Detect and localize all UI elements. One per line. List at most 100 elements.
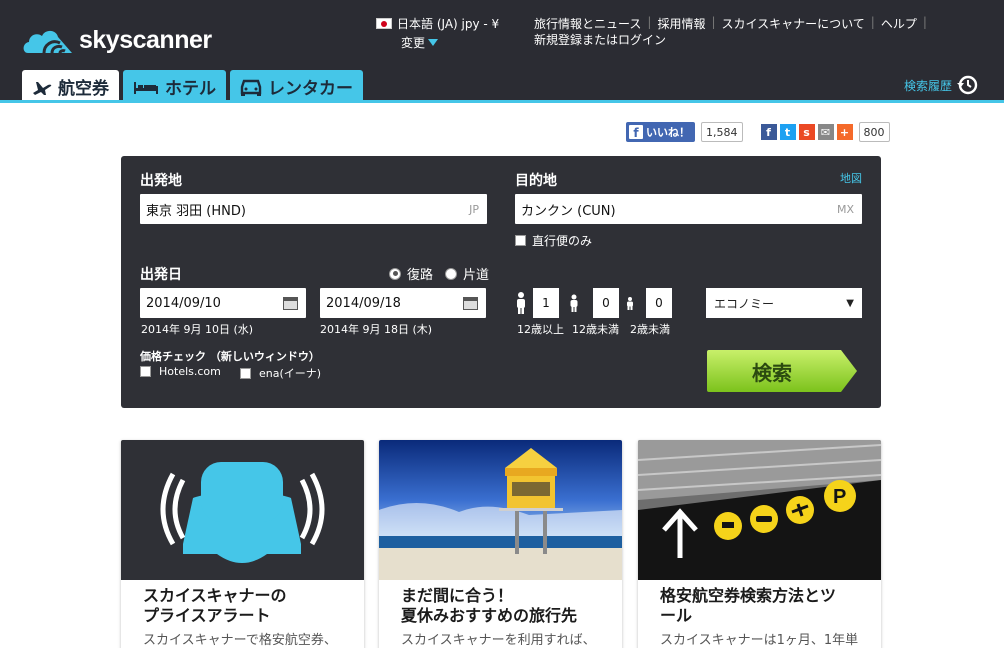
locale-change-link[interactable]: 変更 xyxy=(401,34,425,51)
plus-share-icon[interactable]: + xyxy=(836,124,853,140)
japan-flag-icon xyxy=(376,18,392,29)
adults-label: 12歳以上 xyxy=(517,323,564,336)
roundtrip-label: 復路 xyxy=(407,268,434,283)
oneway-radio[interactable] xyxy=(445,267,458,280)
link-divider: | xyxy=(922,15,927,29)
children-count[interactable]: 0 xyxy=(593,288,619,318)
infants-count[interactable]: 0 xyxy=(646,288,672,318)
hotelscom-checkbox[interactable] xyxy=(140,366,151,377)
origin-input[interactable]: 東京 羽田 (HND) JP xyxy=(140,194,487,224)
mail-icon[interactable]: ✉ xyxy=(817,124,834,140)
skyscanner-logo[interactable]: skyscanner xyxy=(22,20,212,60)
return-date-input[interactable]: 2014/09/18 xyxy=(320,288,486,318)
brand-name: skyscanner xyxy=(79,25,212,54)
direct-only-label: 直行便のみ xyxy=(532,234,593,248)
calendar-icon[interactable] xyxy=(283,296,298,310)
facebook-like-button[interactable]: f いいね！ xyxy=(626,122,695,142)
bed-icon xyxy=(133,79,159,95)
return-date-note: 2014年 9月 18日 (木) xyxy=(320,323,433,336)
map-link[interactable]: 地図 xyxy=(840,170,862,186)
link-help[interactable]: ヘルプ xyxy=(881,15,917,32)
cabin-class-select[interactable]: エコノミー ▼ xyxy=(706,288,862,318)
history-clock-icon xyxy=(957,75,978,95)
trip-type: 復路 片道 xyxy=(389,264,489,283)
adult-icon xyxy=(517,292,525,314)
top-header: skyscanner 日本語 (JA) jpy - ¥ 変更 旅行情報とニュース… xyxy=(0,0,1004,103)
social-bar: f いいね！ 1,584 f t s ✉ + 800 xyxy=(626,122,890,142)
link-about[interactable]: スカイスキャナーについて xyxy=(722,15,865,32)
ena-label: ena(イーナ) xyxy=(259,367,322,380)
cloud-logo-icon xyxy=(23,30,72,54)
children-stepper: 0 xyxy=(569,288,619,318)
card-title-line: ール xyxy=(660,606,693,625)
card-title: まだ間に合う！ 夏休みおすすめの旅行先 xyxy=(379,580,622,626)
return-date-value: 2014/09/18 xyxy=(326,295,401,311)
price-alert-image xyxy=(121,440,364,580)
card-title: 格安航空券検索方法とツ ール xyxy=(638,580,881,626)
link-travel-news[interactable]: 旅行情報とニュース xyxy=(534,15,641,32)
adults-stepper: 1 xyxy=(515,288,559,318)
card-title-line: プライスアラート xyxy=(143,606,271,625)
link-divider: | xyxy=(711,15,716,29)
tab-car-rental[interactable]: レンタカー xyxy=(230,70,363,103)
search-button-label: 検索 xyxy=(752,360,792,385)
depart-date-note: 2014年 9月 10日 (水) xyxy=(141,323,254,336)
link-careers[interactable]: 採用情報 xyxy=(657,15,705,32)
direct-only-option[interactable]: 直行便のみ xyxy=(515,232,592,249)
destination-input[interactable]: カンクン (CUN) MX xyxy=(515,194,862,224)
twitter-icon[interactable]: t xyxy=(779,124,796,140)
card-description: スカイスキャナーで格安航空券、 xyxy=(143,633,337,648)
cabin-class-value: エコノミー xyxy=(714,296,775,311)
price-alert-card[interactable]: スカイスキャナーの プライスアラート スカイスキャナーで格安航空券、 xyxy=(121,440,364,648)
card-description: スカイスキャナーを利用すれば、 xyxy=(401,633,596,648)
login-link[interactable]: 新規登録またはログイン xyxy=(534,31,666,48)
calendar-icon[interactable] xyxy=(463,296,478,310)
direct-only-checkbox[interactable] xyxy=(515,235,526,246)
svg-text:P: P xyxy=(833,486,846,508)
link-divider: | xyxy=(647,15,652,29)
origin-label: 出発地 xyxy=(140,173,182,189)
share-count: 800 xyxy=(858,122,890,142)
stumbleupon-icon[interactable]: s xyxy=(798,124,815,140)
origin-value: 東京 羽田 (HND) xyxy=(146,203,246,219)
dropdown-caret-icon: ▼ xyxy=(846,297,854,309)
price-check-ena[interactable]: ena(イーナ) xyxy=(240,365,321,381)
adults-count[interactable]: 1 xyxy=(533,288,559,318)
locale-label: 日本語 (JA) jpy - ¥ xyxy=(397,17,500,31)
ena-checkbox[interactable] xyxy=(240,367,251,379)
airport-sign-image: P xyxy=(638,440,881,580)
departure-date-label: 出発日 xyxy=(140,267,182,283)
search-button[interactable]: 検索 xyxy=(707,350,857,392)
tab-flights[interactable]: 航空券 xyxy=(22,70,119,103)
tab-car-rental-label: レンタカー xyxy=(268,79,353,99)
depart-date-value: 2014/09/10 xyxy=(146,295,221,311)
card-description: スカイスキャナーは1ヶ月、1年単 xyxy=(660,633,859,648)
locale-selector[interactable]: 日本語 (JA) jpy - ¥ 変更 xyxy=(376,15,499,51)
search-history-label: 検索履歴 xyxy=(903,78,952,93)
search-tips-card[interactable]: P 格安航空券検索方法とツ ール スカイスキャナーは1ヶ月、1年単 xyxy=(638,440,881,648)
summer-destinations-card[interactable]: まだ間に合う！ 夏休みおすすめの旅行先 スカイスキャナーを利用すれば、 xyxy=(379,440,622,648)
flight-search-panel: 出発地 東京 羽田 (HND) JP 目的地 地図 カンクン (CUN) MX … xyxy=(121,156,881,408)
infants-label: 2歳未満 xyxy=(630,323,670,336)
depart-date-input[interactable]: 2014/09/10 xyxy=(140,288,306,318)
tab-hotels-label: ホテル xyxy=(165,79,216,99)
roundtrip-radio[interactable] xyxy=(389,267,401,280)
card-title-line: まだ間に合う！ xyxy=(401,586,514,605)
tab-hotels[interactable]: ホテル xyxy=(123,70,226,103)
tab-flights-label: 航空券 xyxy=(58,79,109,99)
card-title-line: スカイスキャナーの xyxy=(143,586,287,605)
infants-stepper: 0 xyxy=(626,288,672,318)
plane-icon xyxy=(32,78,52,96)
triangle-down-icon xyxy=(428,39,439,46)
top-links: 旅行情報とニュース | 採用情報 | スカイスキャナーについて | ヘルプ | xyxy=(534,15,933,32)
infant-icon xyxy=(627,296,633,310)
card-title-line: 格安航空券検索方法とツ xyxy=(660,586,837,605)
card-title-line: 夏休みおすすめの旅行先 xyxy=(401,606,578,625)
price-check-hotelscom[interactable]: Hotels.com xyxy=(140,365,221,378)
facebook-share-icon[interactable]: f xyxy=(760,124,777,140)
destination-country: MX xyxy=(836,202,854,216)
header-accent-bar xyxy=(0,100,1004,103)
oneway-label: 片道 xyxy=(463,268,490,283)
search-history-link[interactable]: 検索履歴 xyxy=(904,74,978,96)
beach-lifeguard-image xyxy=(379,440,622,580)
